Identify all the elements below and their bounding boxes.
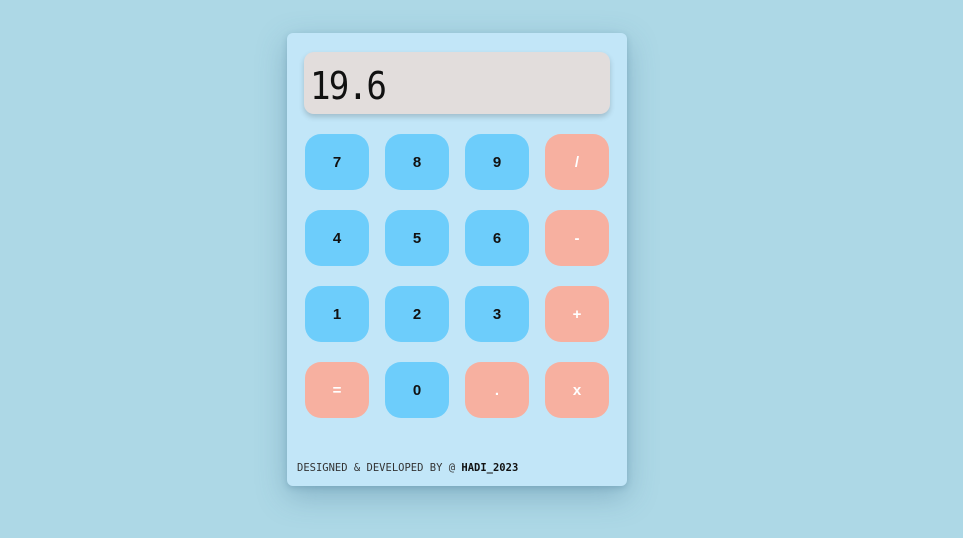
add-button[interactable]: + (545, 286, 609, 342)
key-8-button[interactable]: 8 (385, 134, 449, 190)
calculator-panel: 19.6 7 8 9 / 4 5 6 - 1 2 3 + = 0 . x DES… (287, 33, 627, 486)
key-7-button[interactable]: 7 (305, 134, 369, 190)
subtract-button[interactable]: - (545, 210, 609, 266)
footer-handle: HADI_2023 (461, 462, 519, 474)
display-value: 19.6 (310, 64, 387, 108)
keypad: 7 8 9 / 4 5 6 - 1 2 3 + = 0 . x (305, 134, 609, 418)
footer-credit: DESIGNED & DEVELOPED BY @ HADI_2023 (297, 462, 518, 474)
key-2-button[interactable]: 2 (385, 286, 449, 342)
key-3-button[interactable]: 3 (465, 286, 529, 342)
decimal-button[interactable]: . (465, 362, 529, 418)
key-5-button[interactable]: 5 (385, 210, 449, 266)
multiply-button[interactable]: x (545, 362, 609, 418)
key-1-button[interactable]: 1 (305, 286, 369, 342)
equals-button[interactable]: = (305, 362, 369, 418)
key-9-button[interactable]: 9 (465, 134, 529, 190)
key-4-button[interactable]: 4 (305, 210, 369, 266)
key-6-button[interactable]: 6 (465, 210, 529, 266)
divide-button[interactable]: / (545, 134, 609, 190)
display-screen: 19.6 (304, 52, 610, 114)
footer-text: DESIGNED & DEVELOPED BY @ (297, 462, 462, 474)
key-0-button[interactable]: 0 (385, 362, 449, 418)
